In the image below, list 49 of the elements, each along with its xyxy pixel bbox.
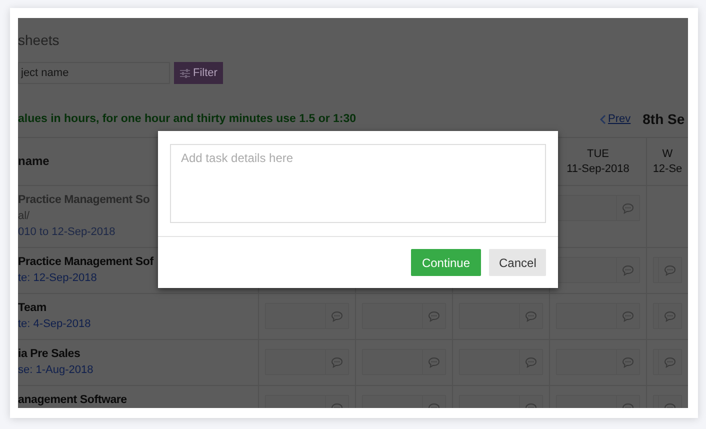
hours-field[interactable] <box>556 195 640 221</box>
hours-field[interactable] <box>265 349 349 375</box>
page-title: sheets <box>18 31 60 48</box>
comment-icon[interactable] <box>525 310 537 322</box>
comment-icon[interactable] <box>664 264 676 276</box>
hours-field[interactable] <box>556 257 640 283</box>
comment-icon[interactable] <box>664 356 676 368</box>
hours-field[interactable] <box>653 349 682 375</box>
comment-icon[interactable] <box>622 356 634 368</box>
comment-icon[interactable] <box>622 310 634 322</box>
project-date: te: 4-Sep-2018 <box>18 317 92 332</box>
column-date: 12-Se <box>652 162 682 176</box>
comment-icon[interactable] <box>664 310 676 322</box>
filter-button[interactable]: Filter <box>174 62 224 84</box>
continue-button[interactable]: Continue <box>411 249 481 276</box>
cancel-button[interactable]: Cancel <box>489 249 546 276</box>
project-name: ia Pre Sales <box>18 347 82 362</box>
hours-field[interactable] <box>653 257 682 283</box>
hours-field[interactable] <box>362 303 446 329</box>
project-name: anagement Software <box>18 393 128 408</box>
project-name: Practice Management Sof <box>18 255 155 270</box>
hours-field[interactable] <box>653 303 682 329</box>
comment-icon[interactable] <box>622 264 634 276</box>
project-date: te: 12-Sep-2018 <box>18 271 98 286</box>
week-label: 8th Se <box>642 111 685 127</box>
comment-icon[interactable] <box>525 356 537 368</box>
chevron-left-icon <box>600 114 606 124</box>
column-day: TUE <box>587 146 609 162</box>
project-date: 010 to 12-Sep-2018 <box>18 225 116 240</box>
sliders-icon <box>180 68 190 78</box>
comment-icon[interactable] <box>428 310 440 322</box>
hours-field[interactable] <box>556 303 640 329</box>
column-day: W <box>662 146 673 162</box>
project-search-field[interactable]: ject name <box>18 62 170 84</box>
hours-field[interactable] <box>556 349 640 375</box>
comment-icon[interactable] <box>331 356 343 368</box>
hours-hint: alues in hours, for one hour and thirty minutes use 1.5 or 1:30 <box>18 113 358 125</box>
hours-field[interactable] <box>459 303 543 329</box>
comment-icon[interactable] <box>428 356 440 368</box>
hours-field[interactable] <box>459 349 543 375</box>
comment-icon[interactable] <box>622 202 634 214</box>
project-date: se: 1-Aug-2018 <box>18 363 94 378</box>
hours-field[interactable] <box>265 303 349 329</box>
comment-icon[interactable] <box>331 310 343 322</box>
task-details-field[interactable]: Add task details here <box>170 144 546 223</box>
project-name: Team <box>18 301 48 316</box>
column-date: 11-Sep-2018 <box>566 162 630 176</box>
column-header: name <box>18 154 50 169</box>
hours-field[interactable] <box>362 349 446 375</box>
